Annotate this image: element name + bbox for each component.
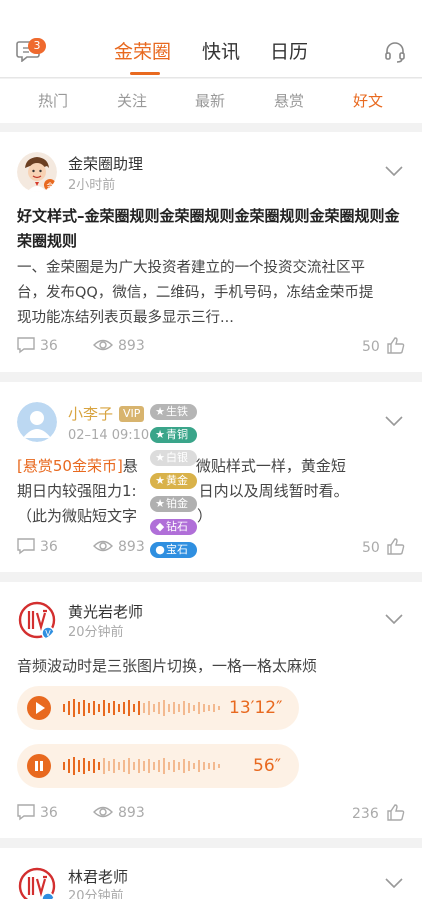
subtab-good-articles[interactable]: 好文 [353, 91, 383, 111]
post-time: 20分钟前 [68, 889, 124, 899]
avatar[interactable]: V [17, 600, 57, 640]
post-body-line: 期日内较强阻力1: 日内以及周线暂时看。 [17, 479, 409, 504]
tab-rili[interactable]: 日历 [270, 40, 308, 64]
thumbs-up-icon[interactable] [386, 803, 406, 821]
medal-badge: ●宝石 [150, 542, 197, 558]
medal-badge: ★黄金 [150, 473, 197, 489]
post-body-fragment: （此为微贴短文字 [17, 507, 138, 525]
medal-badge: ★生铁 [150, 404, 197, 420]
comment-icon[interactable] [16, 336, 36, 354]
avatar[interactable] [17, 402, 57, 442]
svg-text:V: V [45, 629, 51, 638]
post-time: 2小时前 [68, 178, 116, 193]
post-body-fragment: 期日内较强阻力1: [17, 482, 137, 500]
post-body[interactable]: 一、金荣圈是为广大投资者建立的一个投资交流社区平 台，发布QQ，微信，二维码，手… [17, 256, 409, 331]
post-body-line: （此为微贴短文字 ） [17, 504, 409, 529]
author-name[interactable]: 林君老师 [68, 867, 128, 887]
post-body[interactable]: 音频波动时是三张图片切换，一格一格太麻烦 [17, 654, 409, 679]
reward-label: [悬赏50金荣币] [17, 457, 123, 475]
audio-duration: 56″ [253, 756, 281, 776]
post-body-fragment: 悬 [122, 457, 138, 475]
like-count: 50 [362, 540, 380, 556]
thumbs-up-icon[interactable] [386, 537, 406, 555]
medal-badge: ★铂金 [150, 496, 197, 512]
post-card[interactable]: 林君老师 20分钟前 [0, 848, 422, 899]
post-body-line: [悬赏50金荣币]悬 微贴样式一样，黄金短 [17, 454, 409, 479]
comment-icon[interactable] [16, 537, 36, 555]
audio-player[interactable]: 13′12″ [17, 686, 299, 730]
post-body[interactable]: [悬赏50金荣币]悬 微贴样式一样，黄金短 期日内较强阻力1: 日内以及周线暂时看。… [17, 454, 409, 529]
tab-kuaixun[interactable]: 快讯 [202, 40, 240, 64]
top-bar: 3 金荣圈 快讯 日历 [0, 0, 422, 78]
post-body-fragment: ） [197, 507, 213, 525]
post-body-line: 现功能冻结列表页最多显示三行... [17, 310, 234, 326]
vip-badge: VIP [119, 406, 145, 422]
like-count: 50 [362, 339, 380, 355]
author-name[interactable]: 黄光岩老师 [68, 602, 143, 622]
post-card[interactable]: V 黄光岩老师 20分钟前 音频波动时是三张图片切换，一格一格太麻烦 13′12… [0, 582, 422, 838]
tab-jinrongquan[interactable]: 金荣圈 [114, 40, 171, 64]
subtab-reward[interactable]: 悬赏 [274, 91, 304, 111]
subtab-latest[interactable]: 最新 [195, 91, 225, 111]
headset-icon[interactable] [383, 40, 407, 64]
sub-tabs: 热门 关注 最新 悬赏 好文 [0, 79, 422, 123]
avatar[interactable] [17, 866, 57, 899]
eye-icon [93, 806, 113, 818]
eye-icon [93, 540, 113, 552]
subtab-follow[interactable]: 关注 [117, 91, 147, 111]
post-card[interactable]: 金 金荣圈助理 2小时前 好文样式–金荣圈规则金荣圈规则金荣圈规则金荣圈规则金荣… [0, 132, 422, 372]
post-title[interactable]: 好文样式–金荣圈规则金荣圈规则金荣圈规则金荣圈规则金荣圈规则 [17, 204, 409, 254]
post-body-fragment: 微贴样式一样，黄金短 [195, 457, 346, 475]
avatar[interactable]: 金 [17, 152, 57, 192]
eye-icon [93, 339, 113, 351]
view-count: 893 [118, 338, 145, 354]
comment-count: 36 [40, 539, 58, 555]
audio-duration: 13′12″ [229, 698, 283, 718]
author-name[interactable]: 小李子 [68, 404, 113, 424]
chevron-down-icon[interactable] [385, 878, 403, 888]
comment-count: 36 [40, 338, 58, 354]
post-time: 20分钟前 [68, 625, 124, 640]
author-name[interactable]: 金荣圈助理 [68, 154, 143, 174]
comment-count: 36 [40, 805, 58, 821]
audio-player[interactable]: 56″ [17, 744, 299, 788]
audio-waveform [63, 757, 220, 775]
medal-badge: ◆ 钻石 [150, 519, 197, 535]
view-count: 893 [118, 805, 145, 821]
post-body-line: 一、金荣圈是为广大投资者建立的一个投资交流社区平 [17, 260, 365, 276]
pause-icon[interactable] [27, 754, 51, 778]
post-body-line: 台，发布QQ，微信，二维码，手机号码，冻结金荣币提 [17, 285, 374, 301]
medal-badge: ★白银 [150, 450, 197, 466]
post-body-fragment: 日内以及周线暂时看。 [198, 482, 349, 500]
chevron-down-icon[interactable] [385, 614, 403, 624]
post-time: 02–14 09:10 [68, 428, 150, 443]
post-card[interactable]: 小李子 VIP 02–14 09:10 [悬赏50金荣币]悬 微贴样式一样，黄金短… [0, 382, 422, 572]
like-count: 236 [352, 806, 379, 822]
svg-text:金: 金 [47, 181, 54, 190]
audio-waveform [63, 699, 220, 717]
chevron-down-icon[interactable] [385, 166, 403, 176]
thumbs-up-icon[interactable] [386, 336, 406, 354]
medal-badge: ★青铜 [150, 427, 197, 443]
subtab-hot[interactable]: 热门 [38, 91, 68, 111]
play-icon[interactable] [27, 696, 51, 720]
chevron-down-icon[interactable] [385, 416, 403, 426]
view-count: 893 [118, 539, 145, 555]
comment-icon[interactable] [16, 803, 36, 821]
message-badge: 3 [28, 38, 46, 54]
active-tab-indicator [130, 72, 160, 75]
